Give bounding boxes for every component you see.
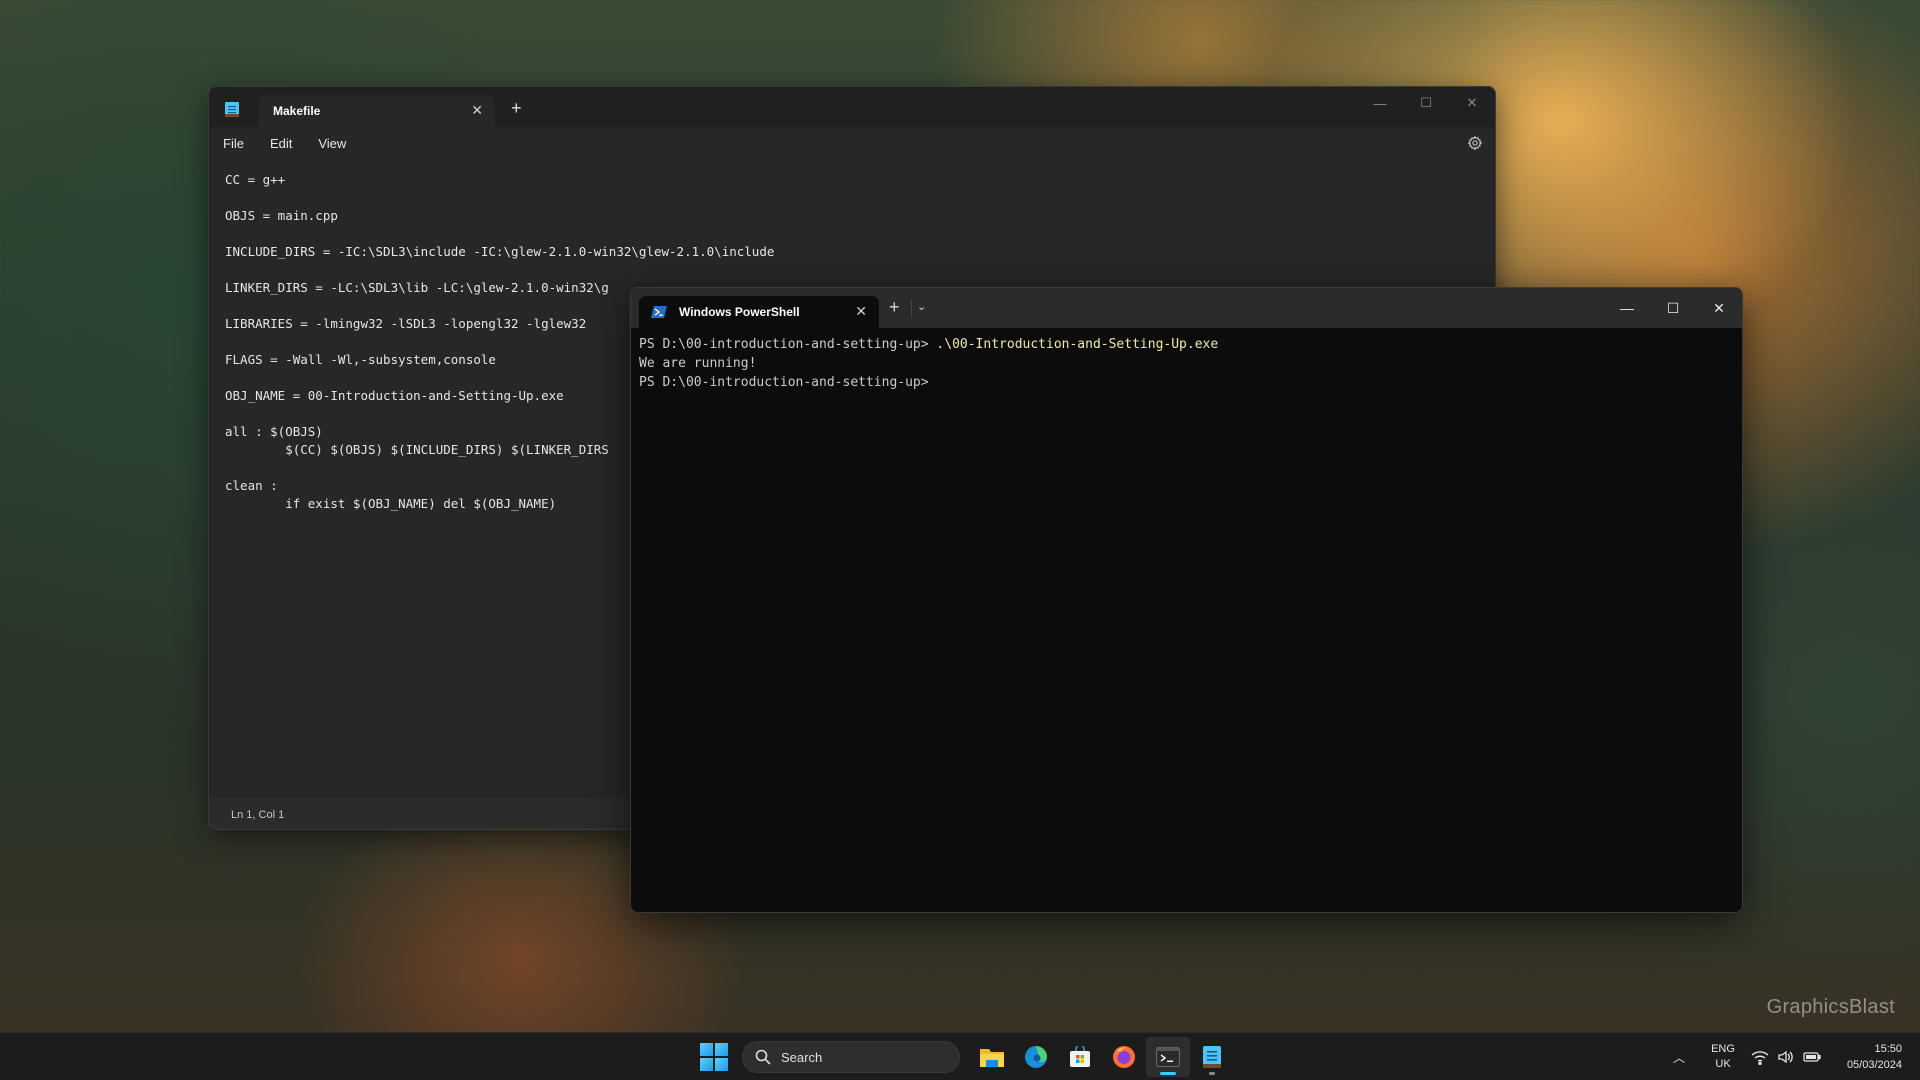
cursor-position: Ln 1, Col 1 (231, 808, 285, 821)
tab-makefile[interactable]: Makefile ✕ (259, 95, 495, 127)
language-code: ENG (1711, 1043, 1735, 1055)
menu-edit[interactable]: Edit (270, 136, 292, 151)
settings-gear-icon[interactable] (1467, 135, 1483, 151)
terminal-line: PS D:\00-introduction-and-setting-up> (639, 375, 929, 390)
clock[interactable]: 15:50 05/03/2024 (1847, 1041, 1902, 1073)
battery-icon[interactable] (1803, 1049, 1821, 1065)
taskbar-file-explorer[interactable] (970, 1037, 1014, 1077)
date: 05/03/2024 (1846, 1059, 1902, 1071)
taskbar-firefox[interactable] (1102, 1037, 1146, 1077)
taskbar-edge[interactable] (1014, 1037, 1058, 1077)
windows-logo-icon (700, 1043, 713, 1056)
powershell-window: Windows PowerShell ✕ + ⌄ — ☐ ✕ PS D:\00-… (630, 287, 1743, 913)
prompt: PS D:\00-introduction-and-setting-up> (639, 337, 937, 352)
firefox-icon (1113, 1046, 1135, 1068)
close-tab-icon[interactable]: ✕ (471, 103, 483, 117)
close-button[interactable]: ✕ (1449, 87, 1495, 119)
tab-windows-powershell[interactable]: Windows PowerShell ✕ (639, 296, 879, 328)
start-button[interactable] (700, 1043, 728, 1071)
notepad-app-icon (225, 102, 239, 117)
terminal-line: We are running! (639, 356, 757, 371)
folder-icon (980, 1049, 1004, 1067)
maximize-button[interactable]: ☐ (1403, 87, 1449, 119)
taskbar-terminal[interactable] (1146, 1037, 1190, 1077)
command: .\00-Introduction-and-Setting-Up.exe (936, 337, 1219, 352)
notepad-icon (1203, 1046, 1221, 1068)
maximize-button[interactable]: ☐ (1650, 288, 1696, 328)
watermark: GraphicsBlast (1766, 996, 1895, 1018)
menu-file[interactable]: File (223, 136, 244, 151)
search-icon (755, 1049, 771, 1065)
edge-icon (1025, 1046, 1047, 1068)
taskbar: Search ︿ ENG UK 15:50 05/03/2024 (0, 1032, 1920, 1080)
language-indicator[interactable]: ENG UK (1711, 1042, 1735, 1072)
minimize-button[interactable]: — (1357, 87, 1403, 119)
editor-line: OBJS = main.cpp (225, 208, 338, 223)
terminal-line: PS D:\00-introduction-and-setting-up> .\… (639, 335, 1734, 354)
terminal-icon (1156, 1047, 1180, 1067)
terminal-output[interactable]: PS D:\00-introduction-and-setting-up> .\… (631, 328, 1742, 912)
new-tab-button[interactable]: + (511, 99, 522, 117)
powershell-icon (651, 306, 667, 318)
open-indicator (1209, 1072, 1215, 1075)
terminal-titlebar[interactable]: Windows PowerShell ✕ + ⌄ — ☐ ✕ (631, 288, 1742, 328)
chevron-up-icon[interactable]: ︿ (1673, 1049, 1685, 1066)
active-indicator (1160, 1072, 1176, 1075)
menu-view[interactable]: View (318, 136, 346, 151)
taskbar-notepad[interactable] (1190, 1037, 1234, 1077)
search-box[interactable]: Search (742, 1041, 960, 1073)
menu-bar: File Edit View (209, 127, 1495, 159)
notepad-titlebar[interactable]: Makefile ✕ + — ☐ ✕ (209, 87, 1495, 127)
taskbar-microsoft-store[interactable] (1058, 1037, 1102, 1077)
tab-title: Makefile (273, 104, 321, 118)
divider (911, 300, 912, 318)
new-tab-button[interactable]: + (889, 298, 900, 316)
minimize-button[interactable]: — (1604, 288, 1650, 328)
time: 15:50 (1874, 1043, 1902, 1055)
chevron-down-icon[interactable]: ⌄ (917, 300, 926, 313)
language-region: UK (1715, 1058, 1731, 1070)
editor-line: CC = g++ (225, 172, 286, 187)
wifi-icon[interactable] (1751, 1049, 1769, 1065)
close-tab-icon[interactable]: ✕ (855, 304, 867, 318)
tab-title: Windows PowerShell (679, 305, 800, 319)
store-icon (1070, 1046, 1090, 1067)
volume-icon[interactable] (1777, 1049, 1795, 1065)
editor-line: INCLUDE_DIRS = -IC:\SDL3\include -IC:\gl… (225, 244, 775, 259)
search-placeholder: Search (781, 1049, 823, 1065)
close-button[interactable]: ✕ (1696, 288, 1742, 328)
